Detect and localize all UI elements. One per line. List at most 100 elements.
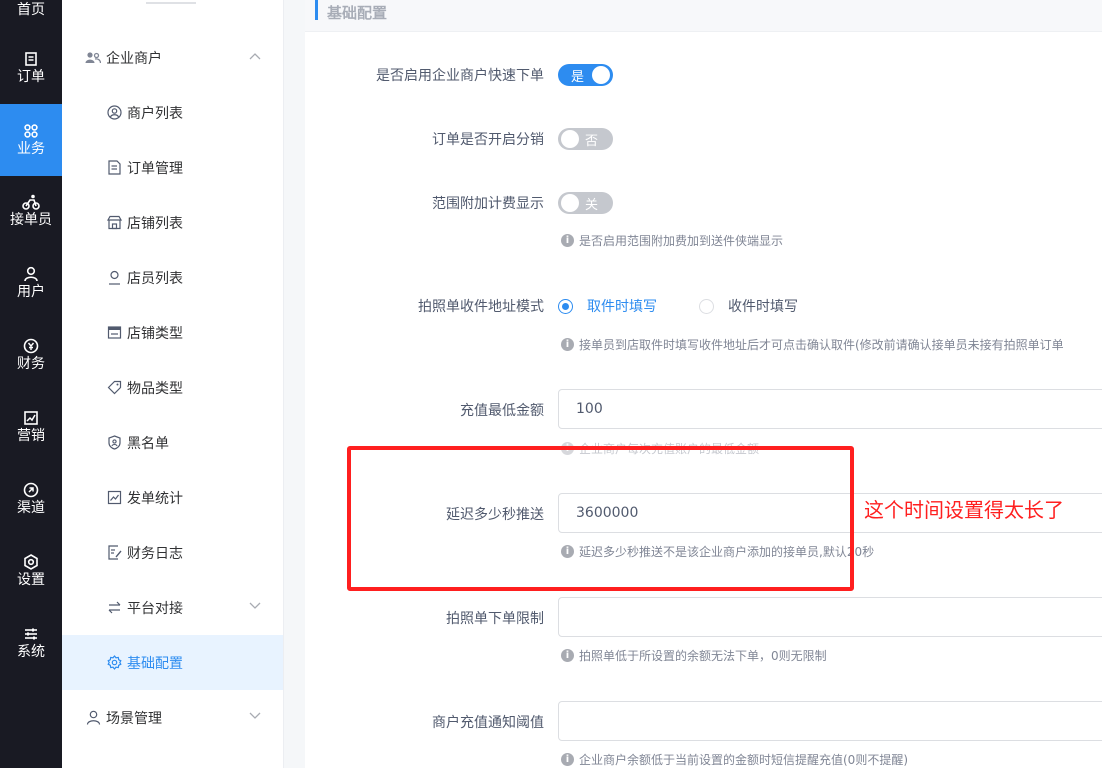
min-recharge-input[interactable]: 100 bbox=[558, 389, 1102, 429]
person-icon bbox=[85, 710, 101, 726]
photo-address-label: 拍照单收件地址模式 bbox=[418, 299, 544, 315]
rail-item-user[interactable]: 用户 bbox=[0, 248, 62, 320]
annotation-text: 这个时间设置得太长了 bbox=[864, 498, 1064, 522]
log-icon bbox=[106, 545, 122, 561]
info-icon: i bbox=[561, 234, 574, 247]
rail-item-business[interactable]: 业务 bbox=[0, 104, 62, 176]
team-icon bbox=[85, 50, 101, 66]
swap-icon bbox=[106, 600, 122, 616]
rail-item-marketing[interactable]: 营销 bbox=[0, 392, 62, 464]
menu-item-staff-list[interactable]: 店员列表 bbox=[62, 250, 283, 305]
menu-item-label: 财务日志 bbox=[127, 545, 183, 562]
menu-item-label: 平台对接 bbox=[127, 600, 183, 617]
menu-item-basic-config[interactable]: 基础配置 bbox=[62, 635, 283, 690]
chevron-down-icon bbox=[249, 602, 261, 609]
marketing-icon bbox=[24, 411, 38, 425]
photo-address-help: i 接单员到店取件时填写收件地址后才可点击确认取件(修改前请确认接单员未接有拍照… bbox=[561, 336, 1064, 353]
help-text: 拍照单低于所设置的余额无法下单，0则无限制 bbox=[579, 649, 827, 663]
rail-item-home[interactable]: 首页 bbox=[0, 0, 62, 32]
radio-dot bbox=[699, 298, 714, 314]
menu-item-platform-integration[interactable]: 平台对接 bbox=[62, 580, 283, 635]
distribution-label: 订单是否开启分销 bbox=[432, 132, 544, 148]
menu-item-merchant-list[interactable]: 商户列表 bbox=[62, 85, 283, 140]
rail-item-label: 设置 bbox=[17, 572, 45, 588]
chevron-up-icon bbox=[249, 53, 261, 60]
panel-header-accent bbox=[315, 0, 318, 20]
info-icon: i bbox=[561, 338, 574, 351]
menu-item-store-type[interactable]: 店铺类型 bbox=[62, 305, 283, 360]
gear-icon bbox=[106, 655, 122, 671]
secondary-menu: 企业商户 商户列表 订单管理 店铺列表 店员列表 店铺类型 物品类型 黑名单 发… bbox=[62, 0, 284, 768]
primary-nav-rail: 首页 订单 业务 接单员 用户 财务 营销 渠道 设置 系统 bbox=[0, 0, 62, 768]
rail-item-label: 财务 bbox=[17, 356, 45, 372]
store-icon bbox=[106, 215, 122, 231]
recharge-notice-label: 商户充值通知阈值 bbox=[432, 715, 544, 731]
radio-pickup-fill[interactable]: 取件时填写 bbox=[558, 296, 657, 316]
range-fee-label: 范围附加计费显示 bbox=[432, 196, 544, 212]
switch-knob bbox=[592, 66, 610, 84]
menu-item-blacklist[interactable]: 黑名单 bbox=[62, 415, 283, 470]
menu-item-label: 发单统计 bbox=[127, 490, 183, 507]
menu-item-order-management[interactable]: 订单管理 bbox=[62, 140, 283, 195]
panel-title: 基础配置 bbox=[327, 4, 388, 22]
merchant-icon bbox=[106, 105, 122, 121]
menu-item-order-stats[interactable]: 发单统计 bbox=[62, 470, 283, 525]
radio-dot bbox=[558, 298, 573, 314]
rail-item-label: 接单员 bbox=[10, 212, 52, 228]
rail-item-label: 渠道 bbox=[17, 500, 45, 516]
rail-item-system[interactable]: 系统 bbox=[0, 608, 62, 680]
menu-group-enterprise-merchant[interactable]: 企业商户 bbox=[62, 30, 283, 85]
radio-label: 收件时填写 bbox=[728, 299, 798, 315]
rail-item-channel[interactable]: 渠道 bbox=[0, 464, 62, 536]
menu-item-finance-log[interactable]: 财务日志 bbox=[62, 525, 283, 580]
menu-item-item-type[interactable]: 物品类型 bbox=[62, 360, 283, 415]
info-icon: i bbox=[561, 649, 574, 662]
business-icon bbox=[24, 124, 38, 138]
rail-item-label: 系统 bbox=[17, 644, 45, 660]
settings-icon bbox=[24, 554, 38, 570]
menu-item-label: 基础配置 bbox=[127, 655, 183, 672]
menu-item-label: 物品类型 bbox=[127, 380, 183, 397]
info-icon: i bbox=[561, 753, 574, 766]
menu-item-label: 店铺列表 bbox=[127, 215, 183, 232]
menu-item-store-list[interactable]: 店铺列表 bbox=[62, 195, 283, 250]
photo-limit-label: 拍照单下单限制 bbox=[446, 611, 544, 627]
radio-receive-fill[interactable]: 收件时填写 bbox=[699, 296, 798, 316]
range-fee-switch[interactable]: 关 bbox=[558, 192, 613, 214]
menu-item-label: 店铺类型 bbox=[127, 325, 183, 342]
doc-icon bbox=[106, 160, 122, 176]
system-icon bbox=[25, 628, 37, 640]
chevron-down-icon bbox=[249, 712, 261, 719]
menu-group-label: 场景管理 bbox=[106, 710, 162, 727]
rail-item-orders[interactable]: 订单 bbox=[0, 32, 62, 104]
rail-item-label: 营销 bbox=[17, 428, 45, 444]
quick-order-switch[interactable]: 是 bbox=[558, 64, 613, 86]
photo-limit-input[interactable] bbox=[558, 597, 1102, 637]
courier-icon bbox=[22, 194, 40, 210]
range-fee-help: i 是否启用范围附加费加到送件侠端显示 bbox=[561, 232, 783, 249]
quick-order-label: 是否启用企业商户快速下单 bbox=[376, 68, 544, 84]
tag-icon bbox=[106, 380, 122, 396]
menu-item-label: 黑名单 bbox=[127, 435, 169, 452]
rail-item-courier[interactable]: 接单员 bbox=[0, 176, 62, 248]
rail-item-label: 首页 bbox=[17, 2, 45, 18]
rail-item-label: 业务 bbox=[17, 141, 45, 157]
switch-text: 是 bbox=[571, 70, 585, 85]
rail-item-settings[interactable]: 设置 bbox=[0, 536, 62, 608]
menu-item-clipped bbox=[146, 0, 196, 4]
switch-text: 关 bbox=[585, 198, 599, 213]
menu-group-label: 企业商户 bbox=[106, 50, 162, 67]
menu-group-scene-management[interactable]: 场景管理 bbox=[62, 690, 283, 745]
menu-item-label: 订单管理 bbox=[127, 160, 183, 177]
channel-icon bbox=[23, 482, 39, 498]
chart-icon bbox=[106, 490, 122, 506]
switch-text: 否 bbox=[585, 134, 599, 149]
recharge-notice-input[interactable] bbox=[558, 701, 1102, 741]
distribution-switch[interactable]: 否 bbox=[558, 128, 613, 150]
help-text: 企业商户余额低于当前设置的金额时短信提醒充值(0则不提醒) bbox=[579, 753, 909, 767]
rail-item-label: 用户 bbox=[17, 284, 45, 300]
switch-knob bbox=[561, 130, 579, 148]
switch-knob bbox=[561, 194, 579, 212]
help-text: 接单员到店取件时填写收件地址后才可点击确认取件(修改前请确认接单员未接有拍照单订… bbox=[579, 338, 1064, 352]
rail-item-finance[interactable]: 财务 bbox=[0, 320, 62, 392]
